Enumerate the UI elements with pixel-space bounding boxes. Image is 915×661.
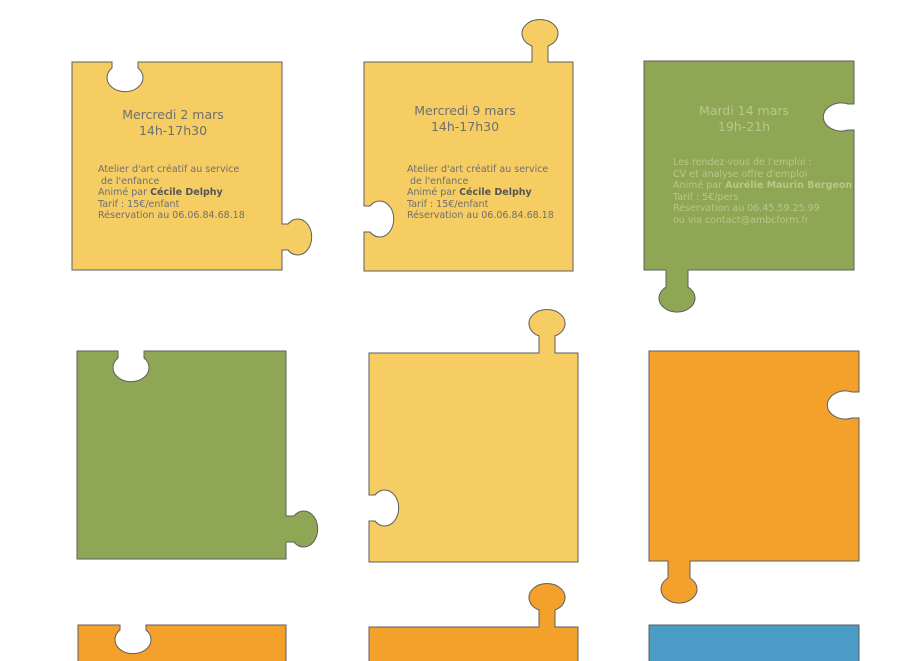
event-title: Mercredi 9 mars 14h-17h30	[395, 103, 535, 135]
puzzle-piece-orange-3	[368, 582, 579, 661]
event-host: Animé par Aurélie Maurin Bergeon	[673, 180, 853, 192]
event-price: Tarif : 15€/enfant	[98, 198, 180, 210]
event-details: Atelier d'art créatif au service de l'en…	[407, 164, 554, 222]
puzzle-board	[71, 18, 860, 661]
event-details: Les rendez-vous de l'emploi : CV et anal…	[673, 157, 852, 227]
event-booking: Réservation au 06.06.84.68.18	[98, 210, 245, 222]
event-description-line: Atelier d'art créatif au service	[407, 164, 549, 175]
event-description-line: Atelier d'art créatif au service	[98, 164, 240, 175]
event-description-line: de l'enfance	[407, 175, 469, 187]
event-time: 14h-17h30	[138, 123, 208, 138]
event-time: 14h-17h30	[430, 119, 500, 134]
event-description-line: Les rendez-vous de l'emploi :	[673, 157, 812, 168]
puzzle-piece-yellow-2	[363, 18, 574, 272]
host-name: Aurélie Maurin Bergeon	[725, 180, 853, 192]
event-description-line: CV et analyse offre d'emploi	[673, 168, 808, 180]
event-title: Mardi 14 mars 19h-21h	[674, 103, 814, 135]
puzzle-piece-yellow-3	[368, 308, 579, 563]
event-description-line: de l'enfance	[98, 175, 160, 187]
event-price: Tarif : 15€/enfant	[407, 198, 489, 210]
event-host: Animé par Cécile Delphy	[98, 187, 223, 199]
puzzle-piece-blue-1	[648, 624, 860, 661]
event-title: Mercredi 2 mars 14h-17h30	[103, 107, 243, 139]
puzzle-piece-orange-2	[77, 624, 287, 661]
event-host: Animé par Cécile Delphy	[407, 187, 532, 199]
event-contact-email: ou via contact@ambcform.fr	[673, 214, 809, 226]
event-time: 19h-21h	[717, 119, 771, 134]
event-date: Mercredi 9 mars	[414, 103, 516, 118]
host-name: Cécile Delphy	[150, 187, 223, 199]
puzzle-piece-green-2	[76, 350, 319, 560]
event-date: Mardi 14 mars	[698, 103, 790, 118]
host-name: Cécile Delphy	[459, 187, 532, 199]
event-date: Mercredi 2 mars	[122, 107, 224, 122]
event-booking: Réservation au 06.06.84.68.18	[407, 210, 554, 222]
event-price: Tarif : 5€/pers	[673, 191, 739, 203]
event-details: Atelier d'art créatif au service de l'en…	[98, 164, 245, 222]
puzzle-piece-orange-1	[648, 350, 860, 604]
event-booking: Réservation au 06.45.59.25.99	[673, 203, 820, 215]
